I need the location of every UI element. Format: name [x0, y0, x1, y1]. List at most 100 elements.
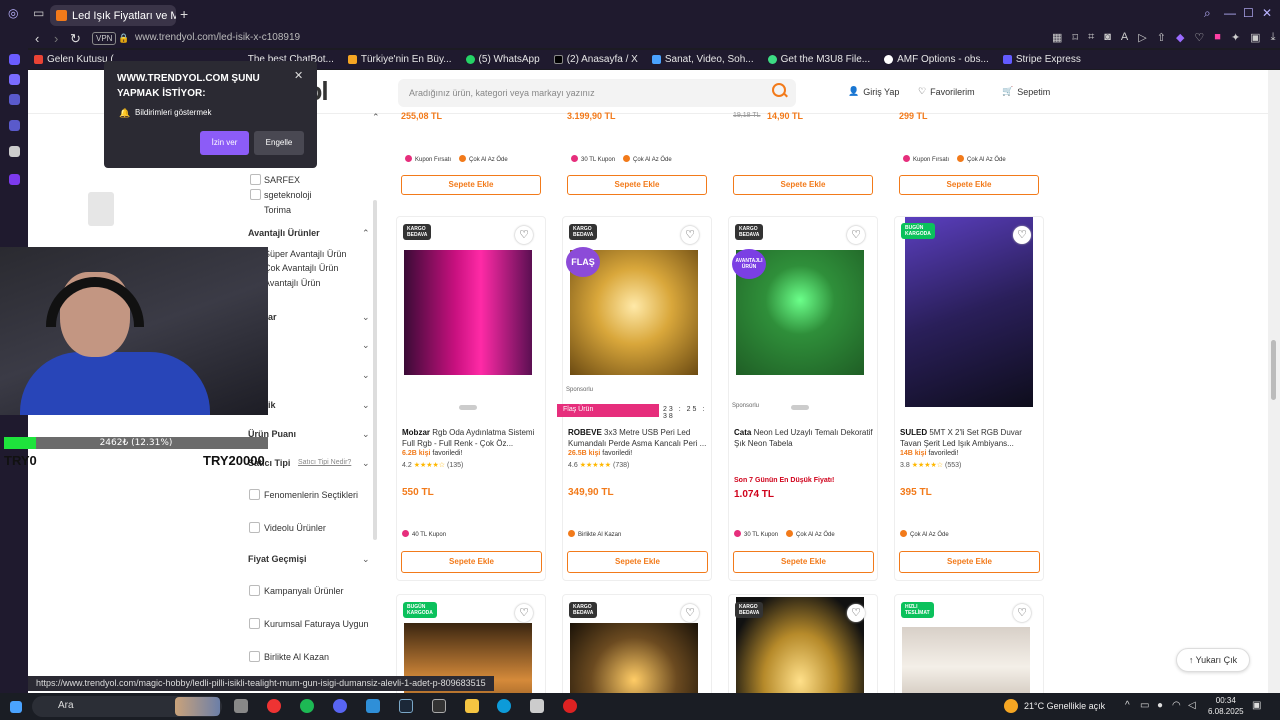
search-highlight-icon[interactable]	[175, 697, 220, 716]
seller-type-info-link[interactable]: Satıcı Tipi Nedir?	[298, 459, 351, 466]
bookmark-gmail[interactable]: Gelen Kutusu (	[34, 54, 114, 65]
login-link[interactable]: 👤 Giriş Yap	[848, 86, 899, 97]
filter-checkbox[interactable]	[249, 522, 260, 533]
taskbar-clock[interactable]: 00:34 6.08.2025	[1208, 695, 1244, 717]
forward-icon[interactable]: ›	[54, 31, 58, 46]
filter-fenomen[interactable]: Fenomenlerin Seçtikleri	[264, 490, 358, 500]
search-input[interactable]: Aradığınız ürün, kategori veya markayı y…	[398, 79, 796, 107]
allow-button[interactable]: İzin ver	[200, 131, 249, 155]
back-to-top-button[interactable]: ↑ Yukarı Çık	[1176, 648, 1250, 672]
bookmark-m3u8[interactable]: Get the M3U8 File...	[767, 54, 870, 65]
sidebar-scrollbar[interactable]	[373, 200, 377, 540]
vpn-badge[interactable]: VPN	[92, 32, 117, 45]
product-image[interactable]	[902, 627, 1030, 693]
add-to-cart-button[interactable]: Sepete Ekle	[733, 175, 873, 195]
add-to-cart-button[interactable]: Sepete Ekle	[567, 175, 707, 195]
bookmark-sanat[interactable]: Sanat, Video, Soh...	[651, 54, 754, 65]
store-icon[interactable]	[530, 699, 544, 713]
download-icon[interactable]: ⤓	[1271, 31, 1276, 44]
notification-icon[interactable]: ▣	[1252, 700, 1261, 711]
chevron-up-icon[interactable]: ⌃	[362, 228, 370, 239]
product-card[interactable]: KARGO BEDAVA ♡ Mobzar Rgb Oda Aydınlatma…	[396, 216, 546, 581]
chevron-down-icon[interactable]: ⌄	[362, 554, 370, 565]
favorite-heart-icon[interactable]: ♡	[681, 226, 699, 244]
weather-icon[interactable]	[1004, 699, 1018, 713]
page-scrollbar[interactable]	[1268, 70, 1280, 693]
steam-icon[interactable]	[399, 699, 413, 713]
tray-arrow-icon[interactable]: ^	[1125, 700, 1130, 711]
discord-icon[interactable]	[9, 74, 20, 85]
favorite-heart-icon[interactable]: ♡	[1013, 604, 1031, 622]
minimize-icon[interactable]: —	[1224, 6, 1236, 20]
product-name[interactable]: ROBEVE 3x3 Metre USB Peri Led Kumandalı …	[568, 427, 708, 449]
filter-heading-price-history[interactable]: Fiyat Geçmişi	[248, 554, 307, 564]
add-to-cart-button[interactable]: Sepete Ekle	[401, 551, 542, 573]
add-to-cart-button[interactable]: Sepete Ekle	[899, 175, 1039, 195]
filter-checkbox[interactable]	[250, 174, 261, 185]
new-tab-button[interactable]: +	[180, 7, 188, 21]
favorite-heart-icon[interactable]: ♡	[1013, 226, 1031, 244]
epic-games-icon[interactable]	[432, 699, 446, 713]
product-card[interactable]: BUGÜN KARGODA ♡ SULED 5MT X 2'li Set RGB…	[894, 216, 1044, 581]
product-name[interactable]: Mobzar Rgb Oda Aydınlatma Sistemi Full R…	[402, 427, 542, 449]
product-image[interactable]	[404, 250, 532, 375]
product-image[interactable]	[570, 623, 698, 693]
tab-list-icon[interactable]: ▭	[33, 6, 44, 20]
favorite-heart-icon[interactable]: ♡	[515, 226, 533, 244]
opera-gx-icon[interactable]	[267, 699, 281, 713]
filter-heading[interactable]: ar	[268, 312, 277, 322]
add-to-cart-button[interactable]: Sepete Ekle	[733, 551, 874, 573]
filter-kampanyali[interactable]: Kampanyalı Ürünler	[264, 586, 344, 596]
favorite-heart-icon[interactable]: ♡	[515, 604, 533, 622]
chevron-down-icon[interactable]: ⌄	[362, 429, 370, 440]
favorite-heart-icon[interactable]: ♡	[847, 226, 865, 244]
cart-link[interactable]: 🛒 Sepetim	[1002, 86, 1050, 97]
wallet-icon[interactable]: ▣	[1250, 31, 1260, 44]
bookmark-stripe[interactable]: Stripe Express	[1002, 54, 1081, 65]
favorite-heart-icon[interactable]: ♡	[681, 604, 699, 622]
file-explorer-icon[interactable]	[465, 699, 479, 713]
translate-icon[interactable]: A	[1121, 31, 1128, 44]
windows-start-icon[interactable]	[10, 701, 22, 713]
extension-pink-icon[interactable]: ■	[1214, 31, 1221, 44]
bookmark-whatsapp[interactable]: (5) WhatsApp	[465, 54, 540, 65]
edge-icon[interactable]	[497, 699, 511, 713]
task-view-icon[interactable]	[234, 699, 248, 713]
photoshop-icon[interactable]	[366, 699, 380, 713]
filter-kurumsal[interactable]: Kurumsal Faturaya Uygun	[264, 619, 369, 629]
microphone-icon[interactable]: ●	[1157, 700, 1163, 711]
image-pager[interactable]	[791, 405, 809, 410]
shield-icon[interactable]: ◆	[1176, 31, 1184, 44]
filter-heading[interactable]: ik	[268, 400, 276, 410]
chevron-down-icon[interactable]: ⌄	[362, 312, 370, 323]
close-icon[interactable]: ✕	[294, 69, 303, 82]
scroll-thumb[interactable]	[1271, 340, 1276, 400]
discord-icon[interactable]	[333, 699, 347, 713]
filter-checkbox[interactable]	[249, 651, 260, 662]
puzzle-icon[interactable]: ✦	[1231, 31, 1240, 44]
filter-brand[interactable]: sgeteknoloji	[264, 190, 312, 200]
product-image[interactable]	[905, 217, 1033, 407]
filter-checkbox[interactable]	[249, 618, 260, 629]
search-icon[interactable]	[772, 83, 786, 97]
chevron-down-icon[interactable]: ⌄	[362, 458, 370, 469]
tray-icon[interactable]: ▭	[1140, 700, 1149, 711]
close-window-icon[interactable]: ✕	[1262, 6, 1272, 20]
volume-icon[interactable]: ◁	[1188, 700, 1196, 711]
url-field[interactable]: www.trendyol.com/led-isik-x-c108919	[135, 32, 300, 43]
bookmark-x[interactable]: (2) Anasayfa / X	[553, 54, 638, 65]
favorite-heart-icon[interactable]: ♡	[847, 604, 865, 622]
bookmark-turkiye[interactable]: Türkiye'nin En Büy...	[347, 54, 452, 65]
add-to-cart-button[interactable]: Sepete Ekle	[899, 551, 1040, 573]
block-button[interactable]: Engelle	[254, 131, 304, 155]
wifi-icon[interactable]: ◠	[1172, 700, 1181, 711]
chevron-down-icon[interactable]: ⌄	[362, 370, 370, 381]
product-card[interactable]: KARGO BEDAVA ♡	[728, 594, 878, 693]
product-card[interactable]: KARGO BEDAVA ♡ FLAŞ Sponsorlu Flaş Ürün …	[557, 216, 712, 581]
filter-brand[interactable]: Torima	[264, 205, 291, 215]
maximize-icon[interactable]: ☐	[1243, 6, 1254, 20]
browser-menu-icon[interactable]: ◎	[8, 6, 18, 20]
camera-icon[interactable]: ◙	[1104, 31, 1111, 44]
ai-icon[interactable]	[9, 146, 20, 157]
filter-option[interactable]: Çok Avantajlı Ürün	[264, 263, 338, 273]
